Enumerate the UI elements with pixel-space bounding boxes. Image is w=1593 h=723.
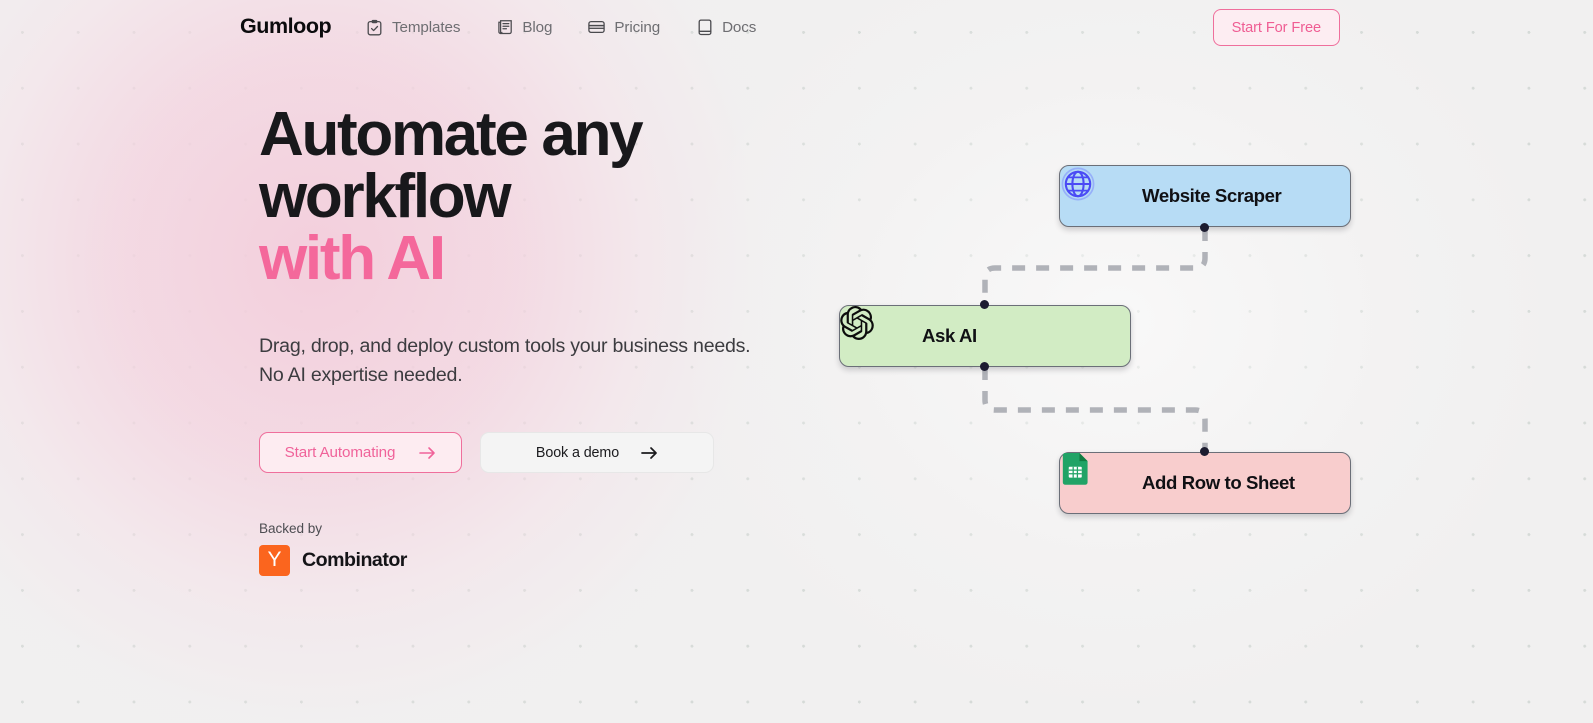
y-combinator-text: Combinator: [302, 549, 407, 571]
start-automating-button[interactable]: Start Automating: [259, 432, 462, 473]
port-askai-input[interactable]: [980, 300, 989, 309]
main-navigation: Templates Blog Pricing Docs: [366, 14, 756, 40]
port-sheet-input[interactable]: [1200, 447, 1209, 456]
backed-by-section: Backed by Y Combinator: [259, 521, 979, 576]
workflow-node-website-scraper[interactable]: Website Scraper: [1059, 165, 1351, 227]
y-combinator-mark-icon: Y: [259, 545, 290, 576]
nav-label-templates: Templates: [392, 18, 461, 36]
hero-subheading: Drag, drop, and deploy custom tools your…: [259, 332, 819, 389]
site-header: Gumloop Templates Blog Pricing Docs Star…: [0, 0, 1593, 56]
arrow-right-icon: [419, 446, 436, 460]
backed-by-label: Backed by: [259, 521, 323, 536]
subhead-line-2: No AI expertise needed.: [259, 363, 463, 386]
nav-label-pricing: Pricing: [614, 18, 661, 36]
google-sheets-icon: [1062, 453, 1122, 501]
y-combinator-logo[interactable]: Y Combinator: [259, 545, 979, 576]
credit-card-icon: [588, 18, 606, 36]
newspaper-icon: [496, 18, 513, 36]
headline-line-3-accent: with AI: [259, 224, 446, 293]
nav-item-templates[interactable]: Templates: [366, 14, 460, 40]
gumloop-logo[interactable]: Gumloop: [239, 14, 332, 40]
port-askai-output[interactable]: [980, 362, 989, 371]
logo-text: Gumloop: [240, 14, 332, 39]
start-for-free-button[interactable]: Start For Free: [1212, 9, 1340, 46]
book-icon: [696, 18, 713, 36]
book-a-demo-button[interactable]: Book a demo: [480, 432, 714, 473]
hero-section: Automate any workflow with AI Drag, drop…: [259, 104, 979, 576]
node-label-add-row-to-sheet: Add Row to Sheet: [1142, 472, 1295, 493]
port-scraper-output[interactable]: [1200, 223, 1209, 232]
clipboard-check-icon: [366, 18, 383, 36]
headline-line-1: Automate any: [259, 100, 644, 169]
globe-icon: [1061, 167, 1122, 214]
nav-item-docs[interactable]: Docs: [696, 14, 756, 40]
hero-button-group: Start Automating Book a demo: [259, 432, 979, 473]
book-a-demo-label: Book a demo: [535, 444, 620, 461]
nav-item-blog[interactable]: Blog: [496, 14, 552, 40]
start-automating-label: Start Automating: [284, 444, 396, 461]
nav-item-pricing[interactable]: Pricing: [588, 14, 660, 40]
node-label-website-scraper: Website Scraper: [1142, 185, 1282, 206]
nav-label-docs: Docs: [722, 18, 757, 36]
page-title: Automate any workflow with AI: [259, 104, 979, 290]
arrow-right-icon: [641, 446, 658, 460]
subhead-line-1: Drag, drop, and deploy custom tools your…: [259, 335, 751, 357]
headline-line-2: workflow: [259, 162, 512, 231]
nav-label-blog: Blog: [522, 18, 553, 36]
workflow-node-add-row-to-sheet[interactable]: Add Row to Sheet: [1059, 452, 1351, 514]
